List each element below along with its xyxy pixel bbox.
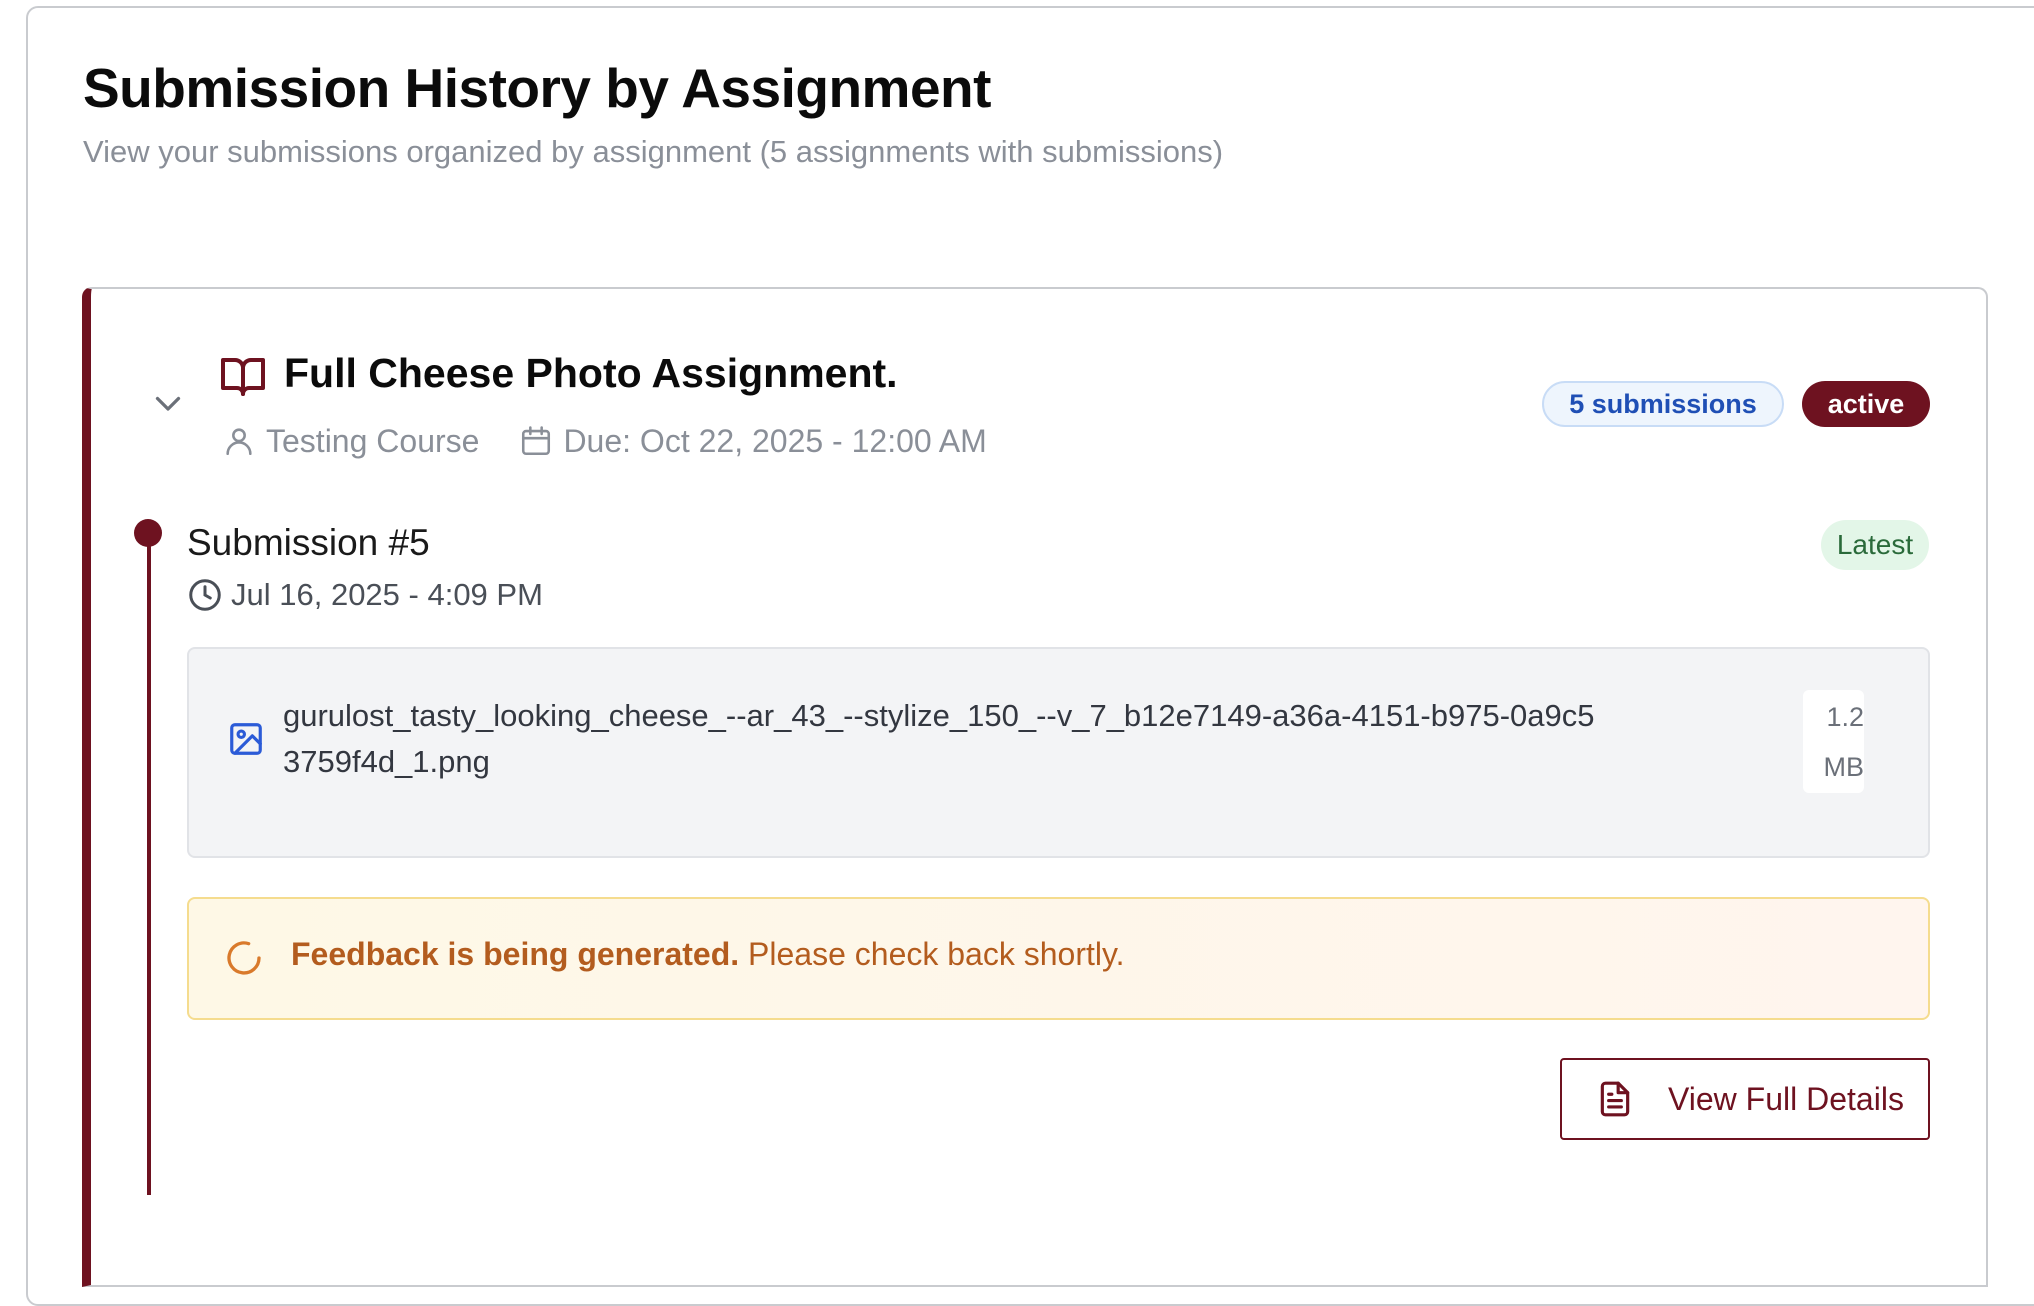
submission-title: Submission #5 xyxy=(187,522,430,563)
assignment-meta: Testing Course Due: Oct 22, 2025 - 12:00… xyxy=(222,419,987,463)
calendar-icon xyxy=(522,426,551,456)
feedback-title: Feedback is being generated. xyxy=(291,936,740,972)
feedback-detail: Please check back shortly. xyxy=(748,936,1125,972)
assignment-title[interactable]: Full Cheese Photo Assignment. xyxy=(284,350,898,397)
book-open-icon xyxy=(221,358,265,396)
image-icon xyxy=(230,723,262,755)
due-date: Due: Oct 22, 2025 - 12:00 AM xyxy=(563,422,987,459)
chevron-down-icon[interactable] xyxy=(150,385,186,421)
timeline-line xyxy=(147,530,151,1195)
submission-date: Jul 16, 2025 - 4:09 PM xyxy=(231,577,543,612)
feedback-message: Feedback is being generated. Please chec… xyxy=(291,936,1125,973)
file-name[interactable]: gurulost_tasty_looking_cheese_--ar_43_--… xyxy=(283,693,1603,785)
user-icon xyxy=(226,428,252,456)
submissions-count-badge: 5 submissions xyxy=(1542,381,1784,427)
view-full-details-button[interactable]: View Full Details xyxy=(1560,1058,1930,1140)
spinner-icon xyxy=(227,941,261,975)
timeline-dot xyxy=(134,519,162,547)
page-title: Submission History by Assignment xyxy=(83,57,991,119)
file-size: 1.2 MB xyxy=(1803,690,1864,793)
view-full-details-label: View Full Details xyxy=(1668,1080,1904,1117)
status-badge: active xyxy=(1802,381,1930,427)
page-subtitle: View your submissions organized by assig… xyxy=(83,134,1224,169)
latest-badge: Latest xyxy=(1821,520,1929,570)
clock-icon xyxy=(189,579,221,611)
course-name: Testing Course xyxy=(266,422,480,459)
submission-timestamp: Jul 16, 2025 - 4:09 PM xyxy=(187,573,543,617)
file-text-icon xyxy=(1600,1081,1630,1117)
